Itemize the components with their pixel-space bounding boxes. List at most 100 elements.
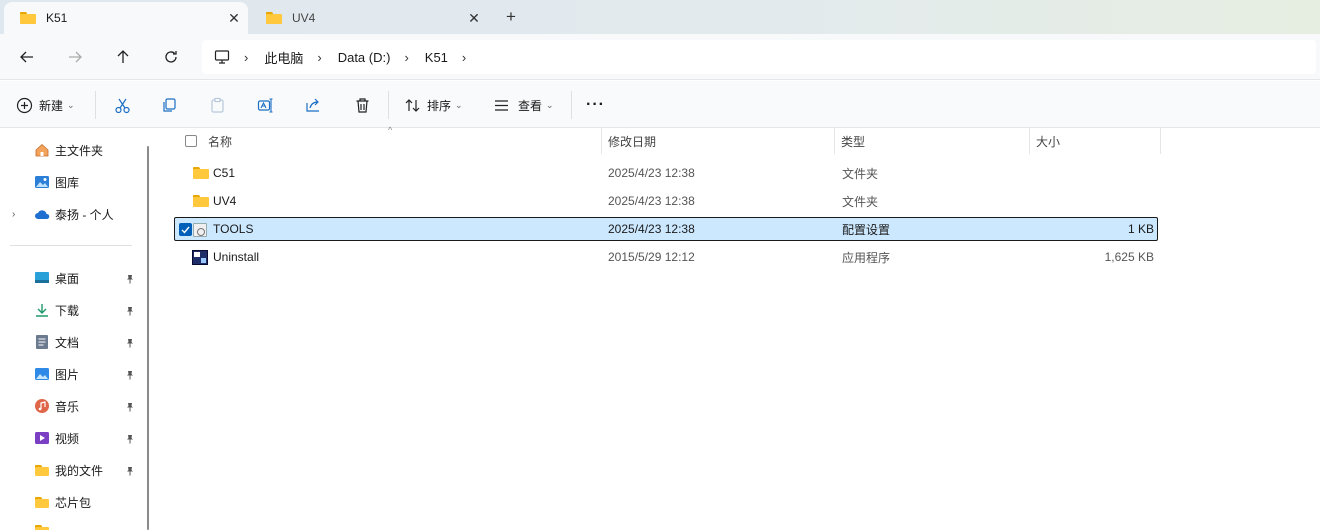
column-header-label: 名称 [208, 134, 233, 149]
column-header-label: 大小 [1036, 134, 1061, 149]
chevron-right-icon[interactable]: › [404, 50, 408, 65]
rename-icon [257, 97, 273, 113]
column-header-size[interactable]: 大小 [1030, 128, 1161, 154]
navigation-bar: › 此电脑 › Data (D:) › K51 › [0, 34, 1320, 80]
rename-button[interactable] [257, 93, 274, 117]
file-row[interactable]: Uninstall 2015/5/29 12:12 应用程序 1,625 KB [174, 245, 1158, 269]
file-name[interactable]: TOOLS [213, 217, 253, 241]
sidebar-item-label: 文档 [55, 335, 80, 350]
forward-button[interactable] [61, 44, 89, 70]
copy-button[interactable] [161, 93, 178, 117]
chevron-right-icon[interactable]: › [244, 50, 248, 65]
tab-uv4[interactable]: UV4 ✕ [250, 2, 488, 34]
desktop-icon [34, 270, 50, 286]
delete-button[interactable] [354, 93, 371, 117]
command-bar: 新建 ⌄ 排序 ⌄ 查看 ⌄ ··· [0, 81, 1320, 128]
arrow-left-icon [20, 51, 33, 63]
sidebar-item-chip-package[interactable]: 芯片包 [0, 488, 146, 516]
app-icon [192, 245, 208, 269]
tab-label: UV4 [292, 11, 316, 25]
file-name[interactable]: UV4 [213, 189, 236, 213]
music-icon [34, 398, 50, 414]
pin-icon[interactable] [125, 305, 135, 316]
refresh-button[interactable] [157, 44, 185, 70]
up-button[interactable] [109, 44, 137, 70]
file-name[interactable]: Uninstall [213, 245, 259, 269]
folder-icon [34, 522, 50, 530]
back-button[interactable] [13, 44, 41, 70]
column-header-type[interactable]: 类型 [835, 128, 1030, 154]
checkmark-icon [181, 226, 190, 234]
sort-icon [405, 98, 420, 112]
view-button[interactable]: 查看 ⌄ [493, 93, 554, 117]
column-header-name[interactable]: 名称 [202, 128, 602, 154]
pin-icon[interactable] [125, 369, 135, 380]
download-icon [34, 302, 50, 318]
sort-label: 排序 [427, 98, 452, 113]
sidebar-item-label: 图库 [55, 175, 80, 190]
sidebar-item-label: 主文件夹 [55, 143, 104, 158]
sidebar-item-partial[interactable] [0, 520, 146, 530]
documents-icon [34, 334, 50, 350]
breadcrumb-k51[interactable]: K51 [425, 50, 448, 65]
tab-k51[interactable]: K51 ✕ [4, 2, 248, 34]
close-icon[interactable]: ✕ [220, 10, 248, 27]
pin-icon[interactable] [125, 433, 135, 444]
sidebar-item-videos[interactable]: 视频 [0, 424, 146, 452]
computer-icon [214, 50, 230, 64]
tab-label: K51 [46, 11, 68, 25]
divider [10, 245, 132, 246]
chevron-right-icon[interactable]: › [317, 50, 321, 65]
breadcrumb-this-pc[interactable]: 此电脑 [264, 48, 303, 67]
sidebar-item-onedrive[interactable]: › 泰扬 - 个人 [0, 200, 146, 228]
gallery-icon [34, 174, 50, 190]
row-checkbox[interactable] [179, 223, 192, 236]
more-options-button[interactable]: ··· [586, 93, 605, 117]
sidebar-item-documents[interactable]: 文档 [0, 328, 146, 356]
sidebar-item-gallery[interactable]: 图库 [0, 168, 146, 196]
share-button[interactable] [305, 93, 322, 117]
new-button[interactable]: 新建 ⌄ [16, 93, 75, 117]
share-icon [306, 98, 319, 112]
close-icon[interactable]: ✕ [460, 10, 488, 27]
folder-icon [266, 12, 282, 24]
scissors-icon [115, 98, 130, 113]
trash-icon [356, 97, 369, 113]
file-date: 2025/4/23 12:38 [608, 194, 695, 208]
select-all-checkbox[interactable] [185, 135, 197, 147]
sidebar-item-my-files[interactable]: 我的文件 [0, 456, 146, 484]
more-icon: ··· [586, 96, 605, 113]
file-type: 应用程序 [842, 250, 891, 265]
cut-button[interactable] [114, 93, 131, 117]
chevron-right-icon[interactable]: › [12, 209, 15, 220]
sidebar-item-downloads[interactable]: 下载 [0, 296, 146, 324]
new-label: 新建 [39, 98, 64, 113]
pin-icon[interactable] [125, 337, 135, 348]
column-header-date[interactable]: 修改日期 [602, 128, 835, 154]
pin-icon[interactable] [125, 401, 135, 412]
file-name[interactable]: C51 [213, 161, 235, 185]
sort-button[interactable]: 排序 ⌄ [404, 93, 463, 117]
paste-button[interactable] [209, 93, 226, 117]
file-row[interactable]: UV4 2025/4/23 12:38 文件夹 [174, 189, 1158, 213]
new-tab-button[interactable]: + [498, 6, 524, 28]
home-icon [34, 142, 50, 158]
divider [388, 91, 389, 119]
pictures-icon [34, 366, 50, 382]
folder-icon [193, 189, 209, 213]
pin-icon[interactable] [125, 465, 135, 476]
pin-icon[interactable] [125, 273, 135, 284]
address-bar[interactable]: › 此电脑 › Data (D:) › K51 › [202, 40, 1316, 74]
sidebar-item-desktop[interactable]: 桌面 [0, 264, 146, 292]
plus-circle-icon [16, 97, 33, 113]
sidebar-item-music[interactable]: 音乐 [0, 392, 146, 420]
file-row-selected[interactable]: TOOLS 2025/4/23 12:38 配置设置 1 KB [174, 217, 1158, 241]
sidebar-item-pictures[interactable]: 图片 [0, 360, 146, 388]
file-row[interactable]: C51 2025/4/23 12:38 文件夹 [174, 161, 1158, 185]
breadcrumb-data-drive[interactable]: Data (D:) [338, 50, 391, 65]
sidebar-item-home[interactable]: 主文件夹 [0, 136, 146, 164]
sidebar-scrollbar[interactable] [147, 146, 149, 530]
column-header-label: 修改日期 [608, 134, 657, 149]
chevron-right-icon[interactable]: › [462, 50, 466, 65]
folder-icon [20, 12, 36, 24]
